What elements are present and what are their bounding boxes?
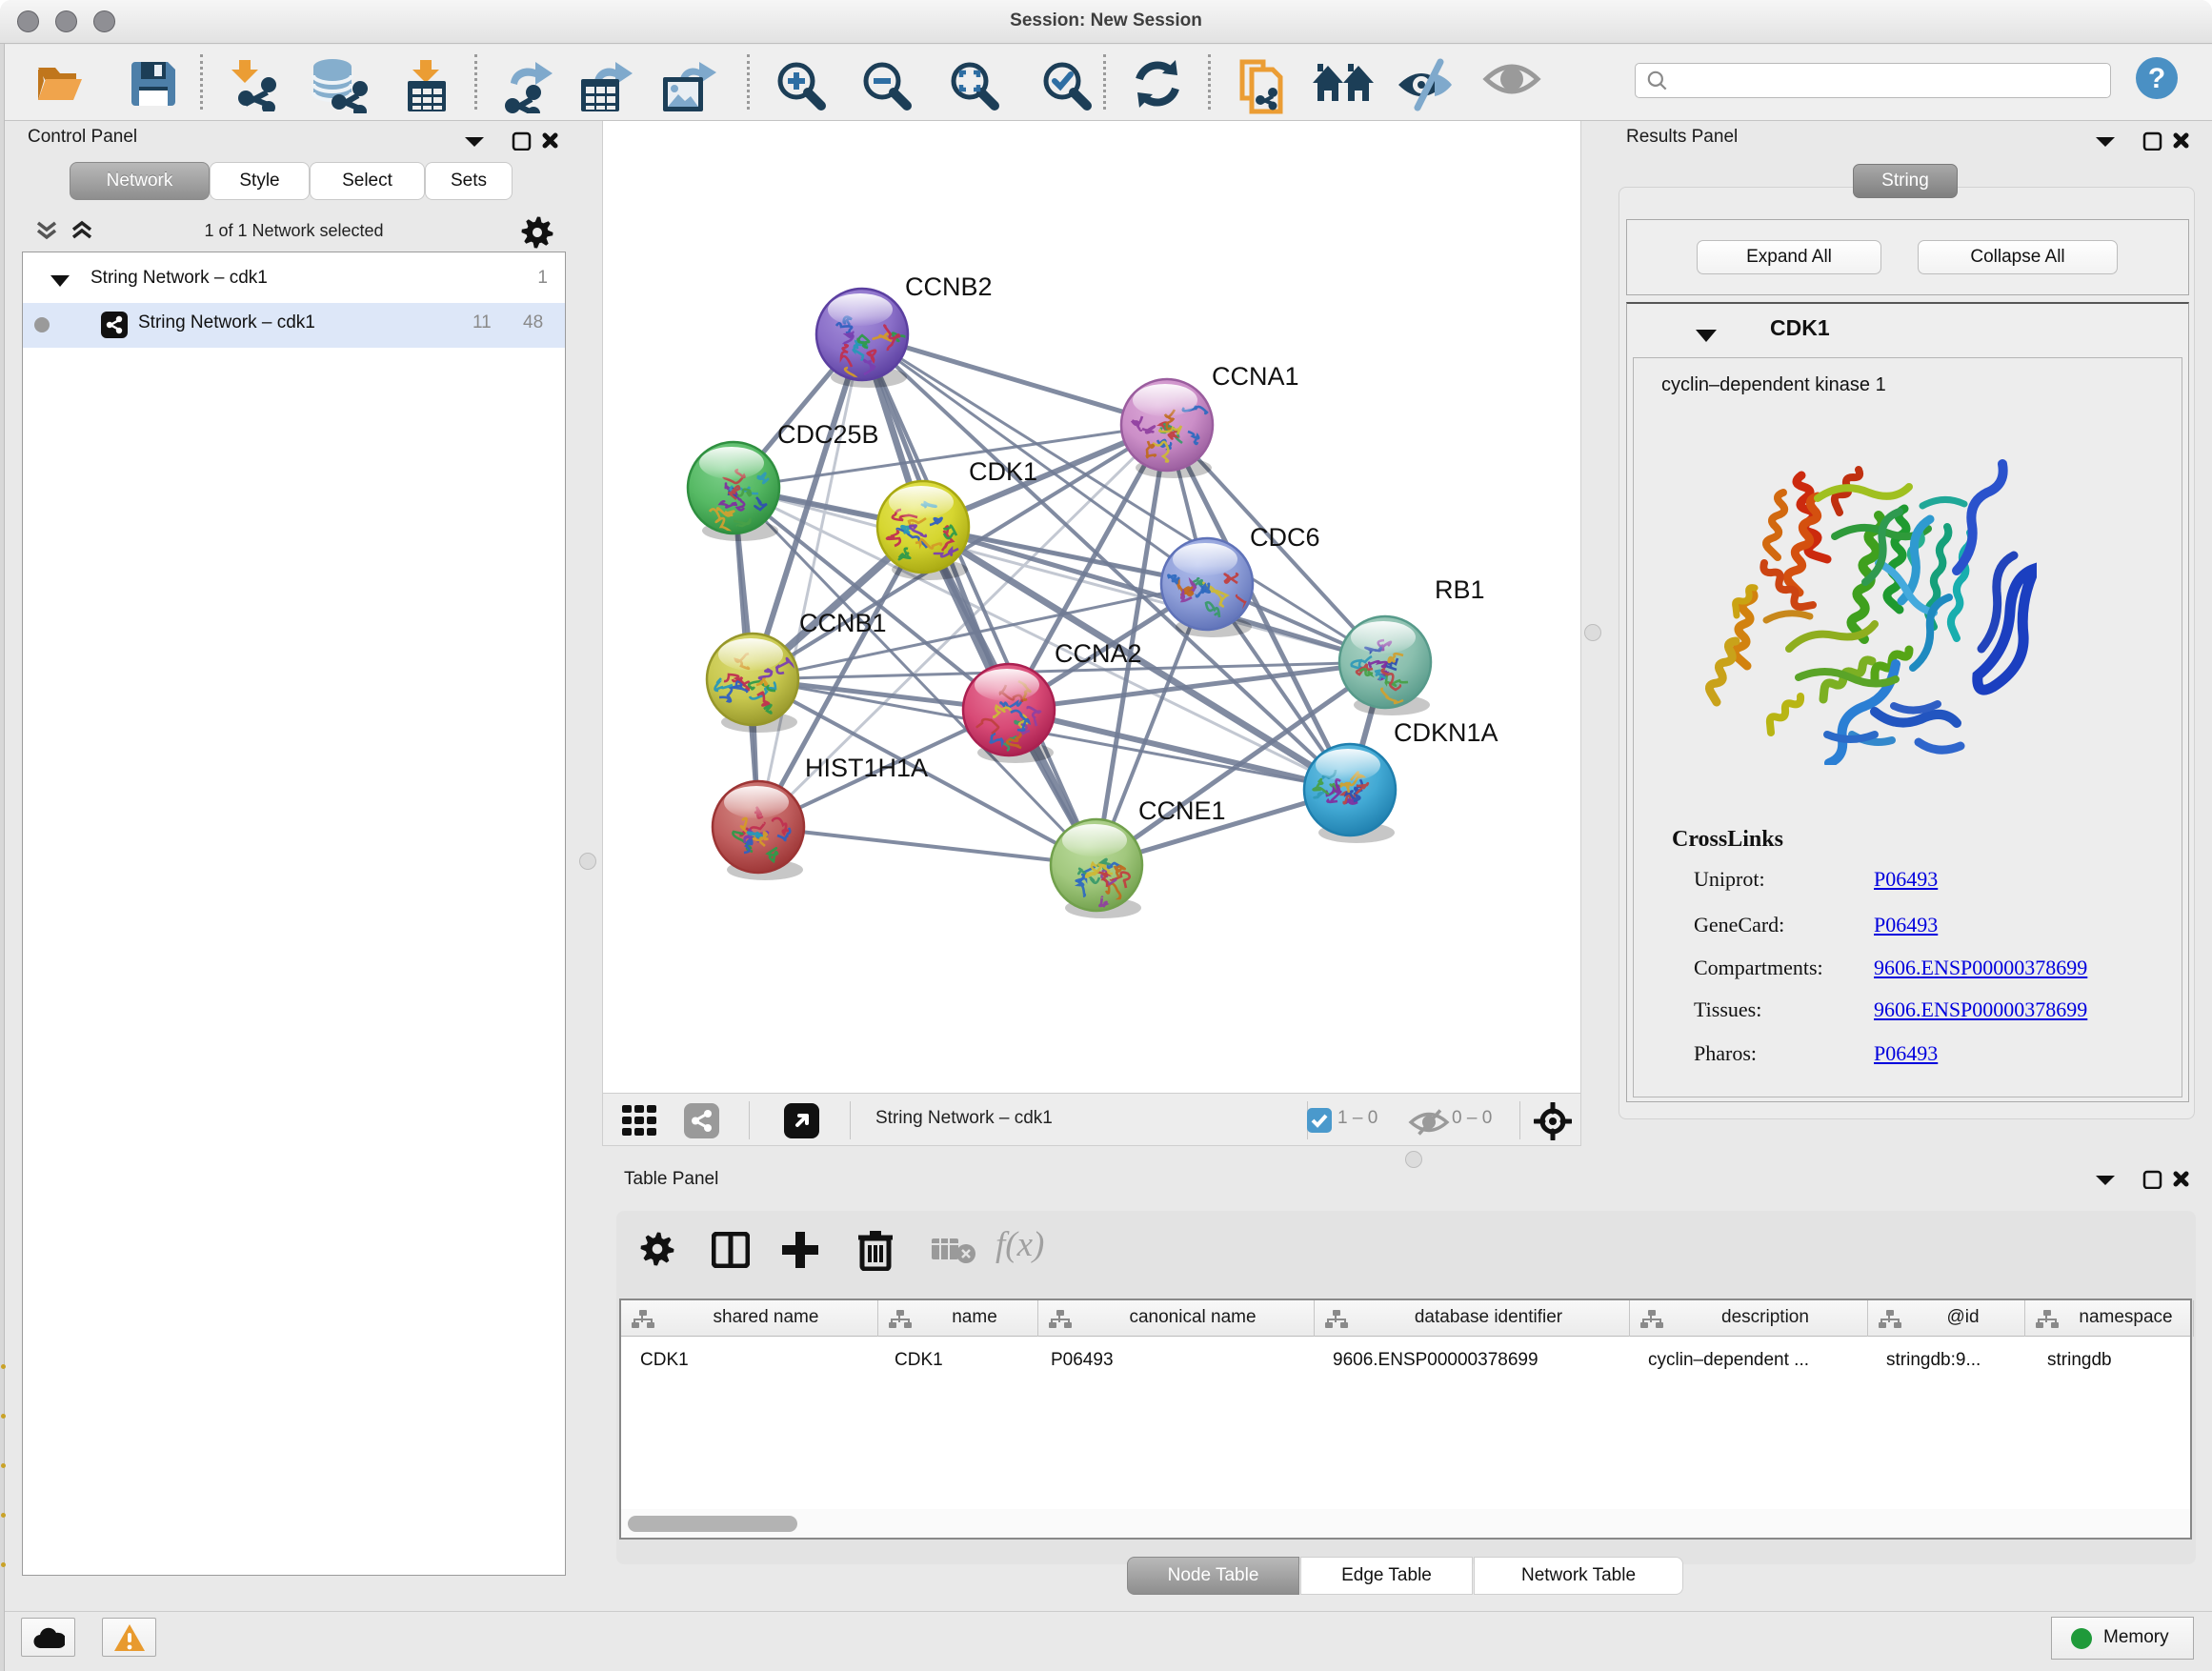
svg-text:CCNE1: CCNE1 [1138,796,1226,825]
svg-text:HIST1H1A: HIST1H1A [805,754,928,782]
svg-text:CCNB1: CCNB1 [799,609,887,637]
svg-text:CDC6: CDC6 [1250,523,1320,552]
svg-text:RB1: RB1 [1435,575,1485,604]
svg-text:CCNA1: CCNA1 [1212,362,1299,391]
svg-text:CCNA2: CCNA2 [1055,639,1142,668]
svg-text:?: ? [2148,63,2165,94]
svg-text:CDC25B: CDC25B [777,420,879,449]
svg-text:CDK1: CDK1 [969,457,1037,486]
svg-text:CDKN1A: CDKN1A [1394,718,1498,747]
svg-text:CCNB2: CCNB2 [905,272,993,301]
